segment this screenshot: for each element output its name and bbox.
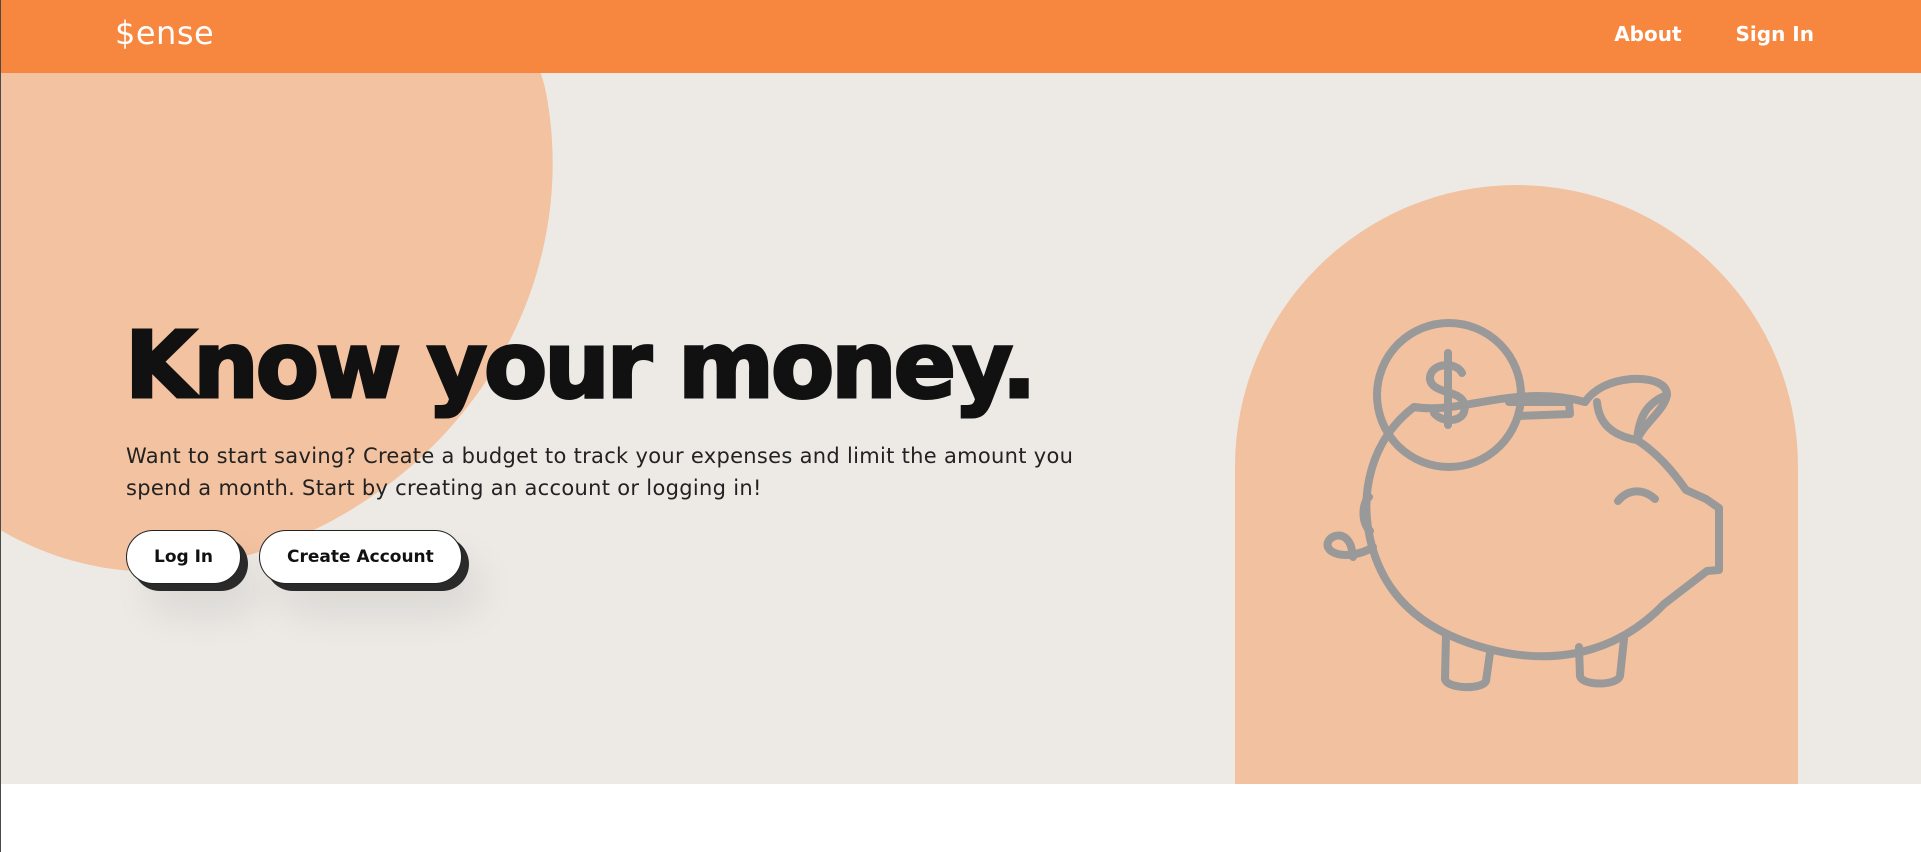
page: $ense About Sign In Know your money. Wan… <box>0 0 1921 852</box>
create-account-button[interactable]: Create Account <box>259 530 462 584</box>
piggy-bank-icon <box>1323 319 1723 692</box>
log-in-button[interactable]: Log In <box>126 530 242 584</box>
sign-in-link[interactable]: Sign In <box>1736 22 1814 46</box>
hero-section: Know your money. Want to start saving? C… <box>1 73 1921 784</box>
page-bottom-area <box>1 784 1921 852</box>
logo[interactable]: $ense <box>115 14 214 52</box>
hero-actions: Log In Create Account <box>126 530 462 584</box>
hero-title: Know your money. <box>124 311 1039 421</box>
about-link[interactable]: About <box>1614 22 1681 46</box>
navbar: $ense About Sign In <box>1 0 1921 73</box>
nav-links: About Sign In <box>1614 22 1814 46</box>
hero-description: Want to start saving? Create a budget to… <box>126 444 1074 500</box>
